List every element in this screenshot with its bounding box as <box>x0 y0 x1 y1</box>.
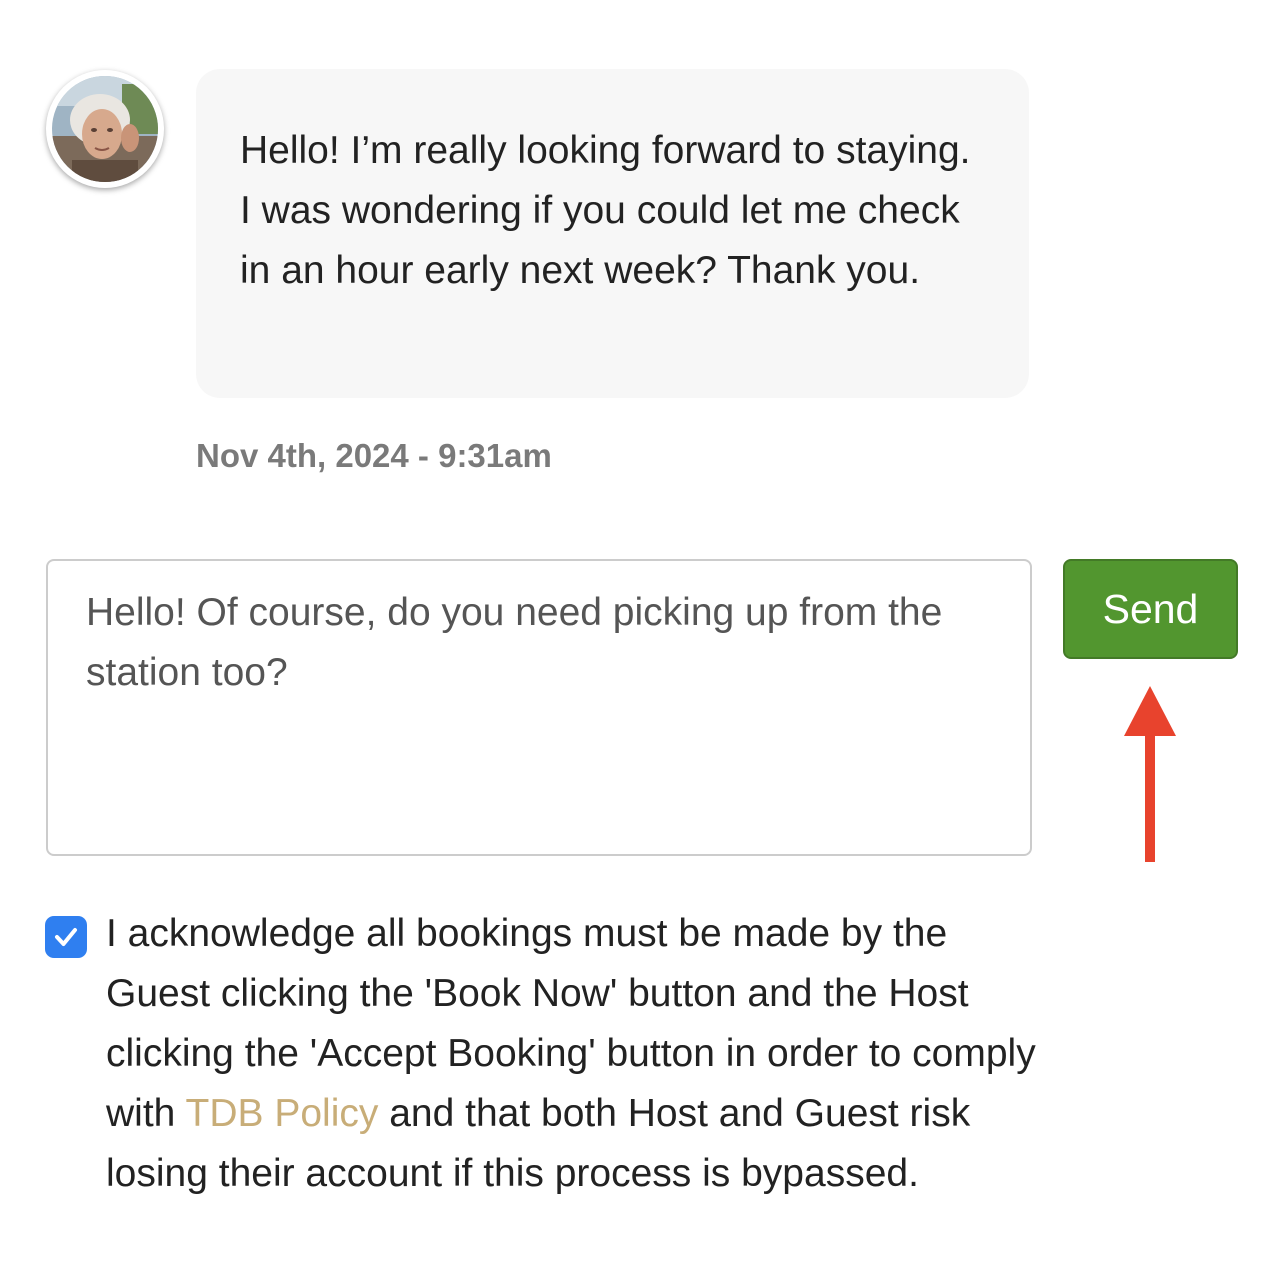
reply-input[interactable]: Hello! Of course, do you need picking up… <box>46 559 1032 856</box>
up-arrow-icon <box>1124 686 1176 862</box>
avatar[interactable] <box>46 70 164 188</box>
send-button[interactable]: Send <box>1063 559 1238 659</box>
message-text: Hello! I’m really looking forward to sta… <box>240 129 971 292</box>
tdb-policy-link[interactable]: TDB Policy <box>186 1092 379 1135</box>
message-bubble: Hello! I’m really looking forward to sta… <box>196 69 1029 398</box>
acknowledge-checkbox[interactable] <box>45 916 87 958</box>
checkmark-icon <box>55 928 77 946</box>
avatar-photo <box>52 76 158 182</box>
acknowledge-label: I acknowledge all bookings must be made … <box>106 904 1046 1204</box>
message-timestamp: Nov 4th, 2024 - 9:31am <box>196 437 552 474</box>
